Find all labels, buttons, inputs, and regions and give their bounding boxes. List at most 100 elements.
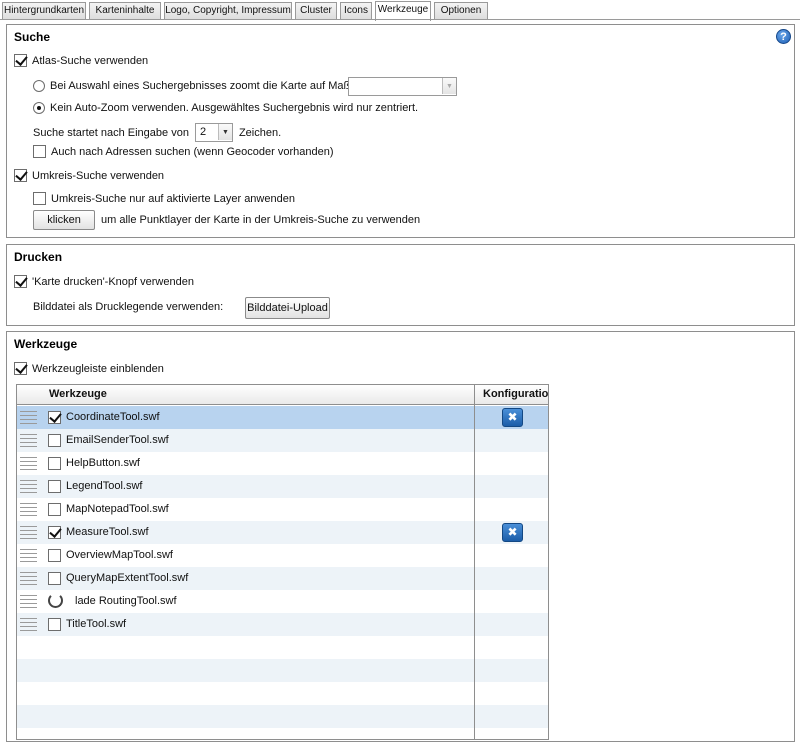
- umkreis-active-checkbox[interactable]: [33, 192, 46, 205]
- toolbar-label: Werkzeugleiste einblenden: [32, 362, 164, 375]
- chevron-down-icon: ▼: [217, 124, 232, 140]
- search-start-dropdown[interactable]: 2 ▼: [194, 123, 233, 142]
- empty-table-row: [17, 728, 548, 739]
- umkreis-search-option[interactable]: Umkreis-Suche verwenden: [14, 169, 164, 182]
- tool-checkbox[interactable]: [48, 411, 61, 424]
- tool-name: MapNotepadTool.swf: [66, 503, 169, 515]
- toolbar-checkbox[interactable]: [14, 362, 27, 375]
- table-row[interactable]: MapNotepadTool.swf: [17, 498, 548, 521]
- tool-name: LegendTool.swf: [66, 480, 143, 492]
- tab-cluster[interactable]: Cluster: [295, 2, 337, 20]
- werkzeuge-panel: Werkzeuge Werkzeugleiste einblenden Werk…: [6, 331, 795, 742]
- klicken-description: um alle Punktlayer der Karte in der Umkr…: [101, 214, 421, 226]
- question-icon[interactable]: ?: [776, 29, 791, 44]
- scale-dropdown[interactable]: ▼: [348, 77, 457, 96]
- atlas-search-option[interactable]: Atlas-Suche verwenden: [14, 54, 148, 67]
- drag-handle-icon[interactable]: [20, 411, 37, 424]
- tool-checkbox[interactable]: [48, 572, 61, 585]
- tab-werkzeuge[interactable]: Werkzeuge: [375, 1, 431, 21]
- center-radio-option[interactable]: Kein Auto-Zoom verwenden. Ausgewähltes S…: [33, 102, 418, 114]
- table-row[interactable]: HelpButton.swf: [17, 452, 548, 475]
- tab-hintergrundkarten[interactable]: Hintergrundkarten: [2, 2, 86, 20]
- umkreis-search-label: Umkreis-Suche verwenden: [32, 169, 165, 182]
- column-header-config[interactable]: Konfiguration: [483, 388, 548, 400]
- search-start-prefix: Suche startet nach Eingabe von: [33, 126, 189, 139]
- drag-handle-icon[interactable]: [20, 595, 37, 608]
- print-button-checkbox[interactable]: [14, 275, 27, 288]
- table-row[interactable]: QueryMapExtentTool.swf: [17, 567, 548, 590]
- suche-title: Suche: [14, 30, 51, 44]
- drucken-title: Drucken: [14, 250, 63, 264]
- tool-checkbox[interactable]: [48, 549, 61, 562]
- table-row[interactable]: lade RoutingTool.swf: [17, 590, 548, 613]
- table-row[interactable]: EmailSenderTool.swf: [17, 429, 548, 452]
- drag-handle-icon[interactable]: [20, 434, 37, 447]
- tab-divider: [0, 19, 800, 20]
- tool-name: HelpButton.swf: [66, 457, 140, 469]
- zoom-radio[interactable]: [33, 80, 45, 92]
- zoom-radio-option[interactable]: Bei Auswahl eines Suchergebnisses zoomt …: [33, 80, 374, 92]
- table-row[interactable]: OverviewMapTool.swf: [17, 544, 548, 567]
- column-divider: [474, 385, 475, 739]
- tool-checkbox[interactable]: [48, 480, 61, 493]
- tools-table-header: Werkzeuge Konfiguration: [17, 385, 548, 405]
- print-button-option[interactable]: 'Karte drucken'-Knopf verwenden: [14, 275, 194, 288]
- tool-checkbox[interactable]: [48, 457, 61, 470]
- empty-table-row: [17, 705, 548, 728]
- table-row[interactable]: CoordinateTool.swf ✖: [17, 406, 548, 429]
- drag-handle-icon[interactable]: [20, 526, 37, 539]
- tool-name: lade RoutingTool.swf: [75, 595, 177, 607]
- klicken-button[interactable]: klicken: [33, 210, 95, 230]
- drag-handle-icon[interactable]: [20, 572, 37, 585]
- drag-handle-icon[interactable]: [20, 549, 37, 562]
- tool-name: OverviewMapTool.swf: [66, 549, 173, 561]
- empty-table-row: [17, 682, 548, 705]
- tool-checkbox[interactable]: [48, 618, 61, 631]
- empty-table-row: [17, 659, 548, 682]
- tool-name: QueryMapExtentTool.swf: [66, 572, 189, 584]
- toolbar-option[interactable]: Werkzeugleiste einblenden: [14, 362, 164, 375]
- center-radio-label: Kein Auto-Zoom verwenden. Ausgewähltes S…: [50, 102, 419, 114]
- address-search-option[interactable]: Auch nach Adressen suchen (wenn Geocoder…: [33, 145, 334, 158]
- tool-name: TitleTool.swf: [66, 618, 127, 630]
- tool-checkbox[interactable]: [48, 434, 61, 447]
- chevron-down-icon: ▼: [442, 78, 456, 94]
- tool-name: MeasureTool.swf: [66, 526, 149, 538]
- werkzeuge-title: Werkzeuge: [14, 337, 78, 351]
- print-button-label: 'Karte drucken'-Knopf verwenden: [32, 275, 194, 288]
- print-legend-label: Bilddatei als Drucklegende verwenden:: [33, 301, 223, 313]
- search-start-suffix: Zeichen.: [238, 126, 282, 139]
- umkreis-active-option[interactable]: Umkreis-Suche nur auf aktivierte Layer a…: [33, 192, 295, 205]
- umkreis-search-checkbox[interactable]: [14, 169, 27, 182]
- address-search-checkbox[interactable]: [33, 145, 46, 158]
- center-radio[interactable]: [33, 102, 45, 114]
- suche-panel: Suche ? Atlas-Suche verwenden Bei Auswah…: [6, 24, 795, 238]
- tab-icons[interactable]: Icons: [340, 2, 372, 20]
- tab-optionen[interactable]: Optionen: [434, 2, 488, 20]
- table-row[interactable]: TitleTool.swf: [17, 613, 548, 636]
- drag-handle-icon[interactable]: [20, 480, 37, 493]
- wrench-screwdriver-icon[interactable]: ✖: [502, 523, 523, 542]
- tab-bar: Hintergrundkarten Karteninhalte Logo, Co…: [0, 0, 800, 21]
- empty-table-row: [17, 636, 548, 659]
- drucken-panel: Drucken 'Karte drucken'-Knopf verwenden …: [6, 244, 795, 326]
- wrench-screwdriver-icon[interactable]: ✖: [502, 408, 523, 427]
- atlas-search-checkbox[interactable]: [14, 54, 27, 67]
- table-row[interactable]: LegendTool.swf: [17, 475, 548, 498]
- image-upload-button[interactable]: Bilddatei-Upload: [245, 297, 330, 319]
- table-row[interactable]: MeasureTool.swf ✖: [17, 521, 548, 544]
- tool-name: CoordinateTool.swf: [66, 411, 160, 423]
- drag-handle-icon[interactable]: [20, 503, 37, 516]
- tab-logo-copyright-impressum[interactable]: Logo, Copyright, Impressum: [164, 2, 292, 20]
- drag-handle-icon[interactable]: [20, 457, 37, 470]
- print-legend-text: Bilddatei als Drucklegende verwenden:: [33, 301, 224, 313]
- tools-table: Werkzeuge Konfiguration CoordinateTool.s…: [16, 384, 549, 740]
- search-start-row: Suche startet nach Eingabe von 2 ▼ Zeich…: [33, 123, 281, 142]
- tool-checkbox[interactable]: [48, 526, 61, 539]
- drag-handle-icon[interactable]: [20, 618, 37, 631]
- zoom-radio-label: Bei Auswahl eines Suchergebnisses zoomt …: [50, 80, 375, 92]
- tool-checkbox[interactable]: [48, 503, 61, 516]
- address-search-label: Auch nach Adressen suchen (wenn Geocoder…: [51, 145, 334, 158]
- column-header-tools[interactable]: Werkzeuge: [49, 388, 107, 400]
- tab-karteninhalte[interactable]: Karteninhalte: [89, 2, 161, 20]
